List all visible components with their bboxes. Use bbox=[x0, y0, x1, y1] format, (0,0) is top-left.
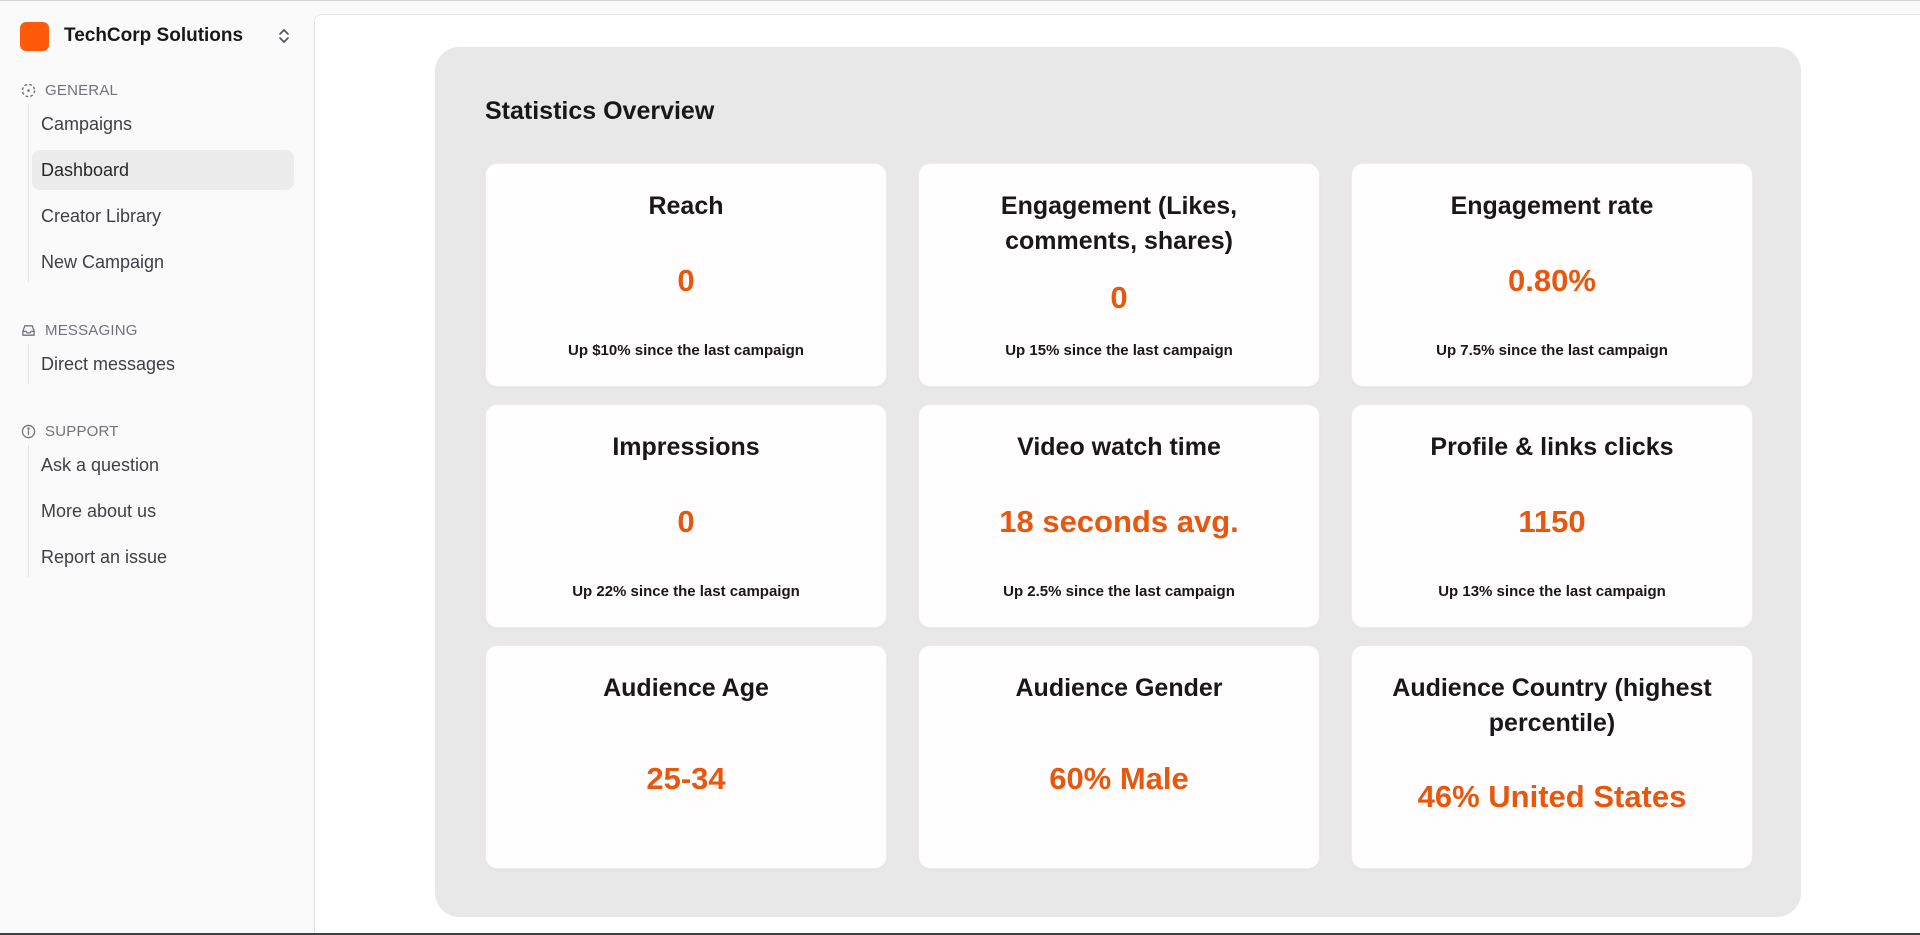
card-title: Audience Age bbox=[603, 674, 769, 702]
org-name: TechCorp Solutions bbox=[64, 25, 244, 46]
stat-card-impressions: Impressions 0 Up 22% since the last camp… bbox=[485, 404, 887, 628]
stat-card-audience-country: Audience Country (highest percentile) 46… bbox=[1351, 645, 1753, 869]
info-icon bbox=[20, 423, 36, 439]
stat-card-audience-age: Audience Age 25-34 bbox=[485, 645, 887, 869]
inbox-icon bbox=[20, 322, 36, 338]
card-title: Impressions bbox=[612, 433, 760, 461]
dashed-circle-icon bbox=[20, 82, 36, 98]
main-content: Statistics Overview Reach 0 Up $10% sinc… bbox=[314, 14, 1920, 934]
page-title: Statistics Overview bbox=[485, 97, 715, 125]
card-title: Reach bbox=[648, 192, 724, 220]
chevron-up-down-icon[interactable] bbox=[276, 26, 292, 46]
section-header-messaging: MESSAGING bbox=[20, 320, 294, 340]
sidebar-item-direct-messages[interactable]: Direct messages bbox=[32, 344, 294, 384]
stat-card-engagement-rate: Engagement rate 0.80% Up 7.5% since the … bbox=[1351, 163, 1753, 387]
card-subtitle: Up 2.5% since the last campaign bbox=[1003, 583, 1235, 600]
card-subtitle: Up 22% since the last campaign bbox=[572, 583, 800, 600]
stat-card-audience-gender: Audience Gender 60% Male bbox=[918, 645, 1320, 869]
stat-card-video-watch-time: Video watch time 18 seconds avg. Up 2.5%… bbox=[918, 404, 1320, 628]
nav-section-general: GENERAL Campaigns Dashboard Creator Libr… bbox=[20, 80, 294, 288]
card-subtitle: Up 7.5% since the last campaign bbox=[1436, 342, 1668, 359]
section-title-messaging: MESSAGING bbox=[45, 321, 138, 339]
sidebar-item-ask-a-question[interactable]: Ask a question bbox=[32, 445, 294, 485]
card-value: 0.80% bbox=[1508, 263, 1596, 298]
stats-grid: Reach 0 Up $10% since the last campaign … bbox=[485, 163, 1753, 869]
card-subtitle: Up $10% since the last campaign bbox=[568, 342, 804, 359]
nav-section-messaging: MESSAGING Direct messages bbox=[20, 320, 294, 390]
sidebar-item-new-campaign[interactable]: New Campaign bbox=[32, 242, 294, 282]
sidebar-item-campaigns[interactable]: Campaigns bbox=[32, 104, 294, 144]
sidebar-item-creator-library[interactable]: Creator Library bbox=[32, 196, 294, 236]
section-header-support: SUPPORT bbox=[20, 421, 294, 441]
statistics-panel: Statistics Overview Reach 0 Up $10% sinc… bbox=[435, 47, 1801, 917]
stat-card-reach: Reach 0 Up $10% since the last campaign bbox=[485, 163, 887, 387]
section-title-general: GENERAL bbox=[45, 81, 119, 99]
card-value: 1150 bbox=[1518, 504, 1586, 539]
sidebar-item-report-an-issue[interactable]: Report an issue bbox=[32, 537, 294, 577]
org-logo bbox=[20, 21, 49, 51]
card-title: Video watch time bbox=[1017, 433, 1221, 461]
card-title: Audience Gender bbox=[1015, 674, 1223, 702]
card-title: Audience Country (highest percentile) bbox=[1392, 674, 1712, 737]
stat-card-engagement: Engagement (Likes, comments, shares) 0 U… bbox=[918, 163, 1320, 387]
card-subtitle: Up 13% since the last campaign bbox=[1438, 583, 1666, 600]
card-value: 25-34 bbox=[646, 761, 726, 796]
card-value: 0 bbox=[677, 504, 695, 539]
org-switcher[interactable]: TechCorp Solutions bbox=[20, 21, 292, 51]
section-items-messaging: Direct messages bbox=[28, 344, 294, 384]
card-value: 0 bbox=[1110, 280, 1128, 315]
card-subtitle: Up 15% since the last campaign bbox=[1005, 342, 1233, 359]
card-title: Engagement (Likes, comments, shares) bbox=[1000, 192, 1238, 255]
card-value: 60% Male bbox=[1049, 761, 1189, 796]
sidebar-item-dashboard[interactable]: Dashboard bbox=[32, 150, 294, 190]
section-title-support: SUPPORT bbox=[45, 422, 119, 440]
card-title: Engagement rate bbox=[1450, 192, 1654, 220]
card-title: Profile & links clicks bbox=[1430, 433, 1674, 461]
card-value: 46% United States bbox=[1417, 779, 1687, 814]
card-value: 18 seconds avg. bbox=[999, 504, 1239, 539]
sidebar-item-more-about-us[interactable]: More about us bbox=[32, 491, 294, 531]
section-header-general: GENERAL bbox=[20, 80, 294, 100]
app-window: TechCorp Solutions GENERAL Campaigns Das… bbox=[0, 0, 1920, 935]
card-value: 0 bbox=[677, 263, 695, 298]
sidebar: TechCorp Solutions GENERAL Campaigns Das… bbox=[0, 1, 313, 933]
section-items-support: Ask a question More about us Report an i… bbox=[28, 445, 294, 577]
stat-card-profile-links-clicks: Profile & links clicks 1150 Up 13% since… bbox=[1351, 404, 1753, 628]
nav-section-support: SUPPORT Ask a question More about us Rep… bbox=[20, 421, 294, 583]
section-items-general: Campaigns Dashboard Creator Library New … bbox=[28, 104, 294, 282]
